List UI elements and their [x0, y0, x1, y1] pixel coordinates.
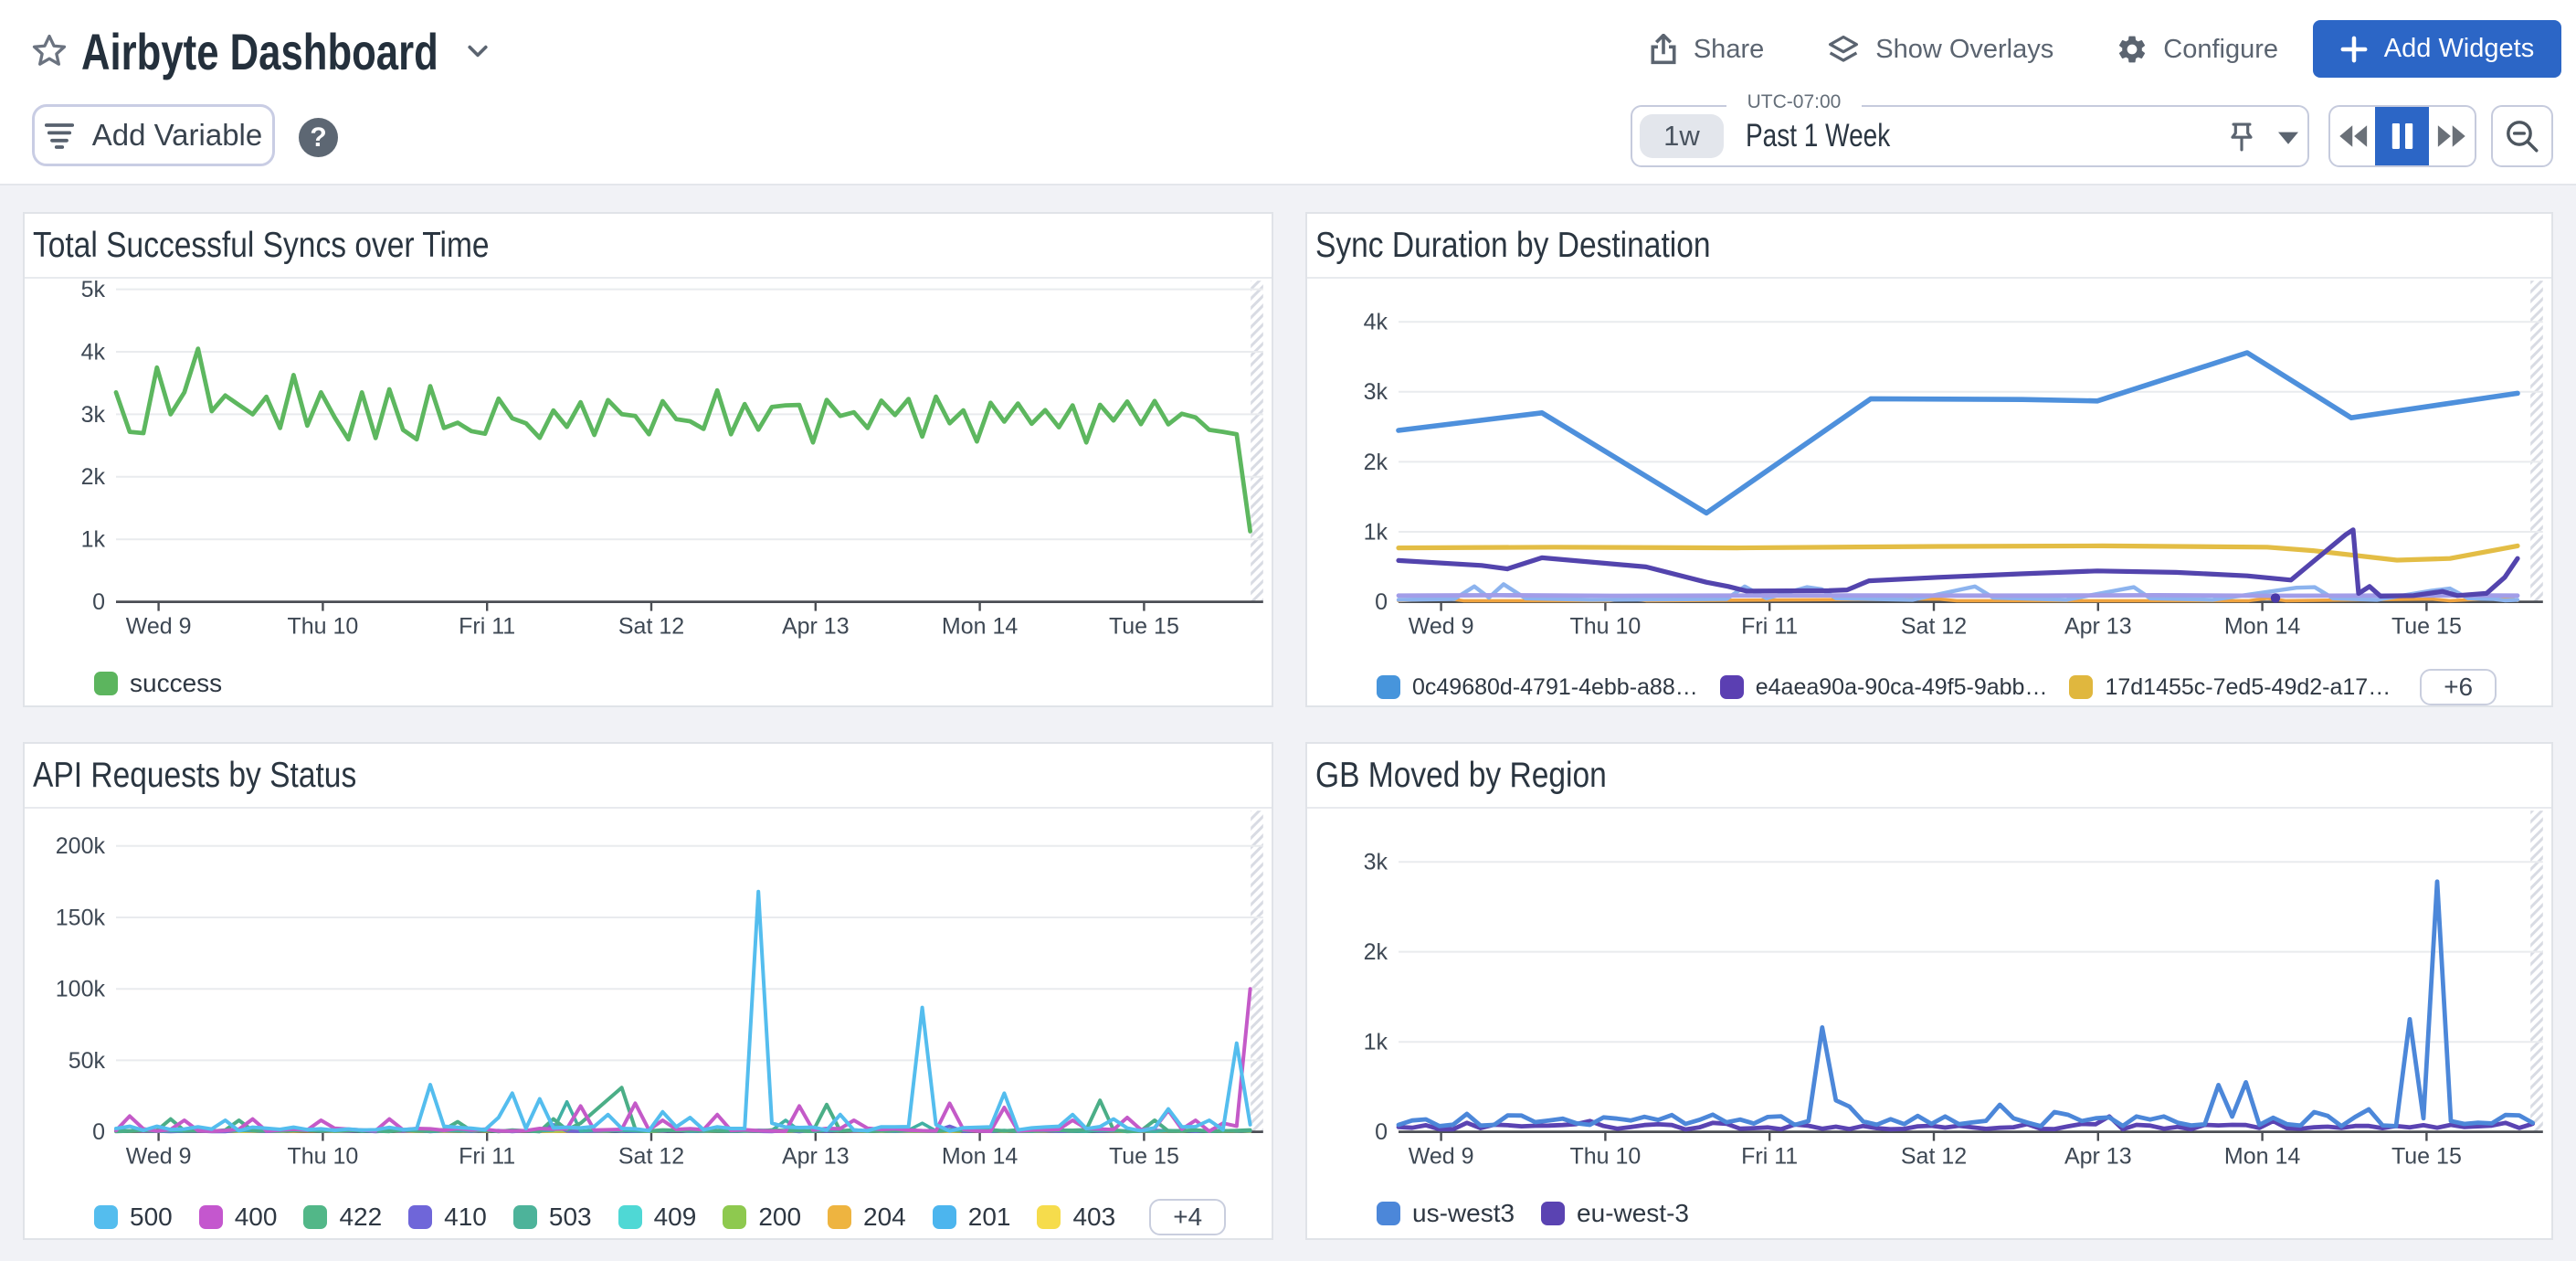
svg-text:Tue 15: Tue 15 — [1109, 614, 1179, 640]
svg-text:Sat 12: Sat 12 — [618, 1144, 684, 1170]
svg-text:0: 0 — [92, 1119, 105, 1145]
svg-text:1k: 1k — [81, 527, 106, 553]
svg-text:0: 0 — [92, 589, 105, 615]
svg-text:4k: 4k — [1364, 310, 1388, 335]
svg-text:Wed 9: Wed 9 — [126, 1144, 192, 1170]
svg-text:Tue 15: Tue 15 — [2391, 614, 2462, 640]
svg-text:Mon 14: Mon 14 — [2224, 614, 2300, 640]
svg-text:Apr 13: Apr 13 — [782, 1144, 850, 1170]
svg-text:2k: 2k — [1364, 939, 1388, 965]
svg-text:Thu 10: Thu 10 — [287, 614, 358, 640]
svg-text:150k: 150k — [56, 905, 106, 930]
svg-text:Tue 15: Tue 15 — [2391, 1144, 2462, 1170]
svg-text:Mon 14: Mon 14 — [942, 614, 1018, 640]
svg-text:50k: 50k — [69, 1048, 106, 1074]
svg-text:3k: 3k — [81, 402, 106, 428]
svg-text:2k: 2k — [81, 464, 106, 490]
svg-text:Thu 10: Thu 10 — [1569, 1144, 1641, 1170]
svg-text:Wed 9: Wed 9 — [1409, 614, 1474, 640]
svg-text:Wed 9: Wed 9 — [126, 614, 192, 640]
svg-text:Fri 11: Fri 11 — [459, 1144, 515, 1170]
svg-text:3k: 3k — [1364, 379, 1388, 405]
svg-text:200k: 200k — [56, 833, 106, 859]
svg-text:Wed 9: Wed 9 — [1409, 1144, 1474, 1170]
svg-text:Sat 12: Sat 12 — [1901, 1144, 1967, 1170]
svg-text:Sat 12: Sat 12 — [618, 614, 684, 640]
svg-text:5k: 5k — [81, 277, 106, 302]
svg-text:0: 0 — [1375, 1119, 1388, 1145]
svg-text:Apr 13: Apr 13 — [782, 614, 850, 640]
svg-text:Mon 14: Mon 14 — [942, 1144, 1018, 1170]
svg-text:3k: 3k — [1364, 850, 1388, 875]
svg-text:2k: 2k — [1364, 450, 1388, 475]
svg-text:Mon 14: Mon 14 — [2224, 1144, 2300, 1170]
svg-text:Fri 11: Fri 11 — [1741, 614, 1798, 640]
svg-text:Sat 12: Sat 12 — [1901, 614, 1967, 640]
svg-text:1k: 1k — [1364, 519, 1388, 545]
svg-text:Thu 10: Thu 10 — [1569, 614, 1641, 640]
svg-text:1k: 1k — [1364, 1029, 1388, 1054]
svg-text:0: 0 — [1375, 589, 1388, 615]
svg-text:Tue 15: Tue 15 — [1109, 1144, 1179, 1170]
svg-text:Apr 13: Apr 13 — [2064, 1144, 2132, 1170]
svg-text:Apr 13: Apr 13 — [2064, 614, 2132, 640]
svg-text:Fri 11: Fri 11 — [459, 614, 515, 640]
svg-text:Fri 11: Fri 11 — [1741, 1144, 1798, 1170]
svg-text:4k: 4k — [81, 339, 106, 365]
svg-text:100k: 100k — [56, 977, 106, 1002]
svg-text:Thu 10: Thu 10 — [287, 1144, 358, 1170]
